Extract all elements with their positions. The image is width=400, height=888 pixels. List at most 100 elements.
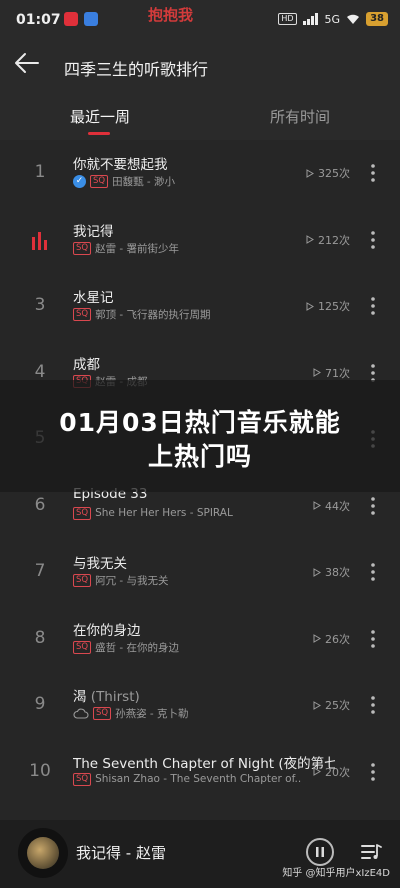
- play-count-text: 71次: [325, 366, 350, 380]
- artist-album: 阿冗 - 与我无关: [95, 575, 169, 587]
- play-count: 38次: [313, 564, 350, 580]
- song-title: 渴 (Thirst): [73, 685, 140, 705]
- play-count: 26次: [313, 631, 350, 647]
- song-row-8[interactable]: 8 在你的身边 SQ 盛哲 - 在你的身边 26次: [0, 606, 400, 673]
- play-count-text: 38次: [325, 566, 350, 579]
- play-triangle-icon: [313, 368, 321, 377]
- play-count-text: 20次: [325, 765, 350, 779]
- song-alias: (Thirst): [90, 689, 140, 705]
- more-options-icon[interactable]: [368, 694, 378, 716]
- song-meta: SQ 阿冗 - 与我无关: [73, 573, 169, 588]
- back-arrow-icon: [15, 53, 39, 73]
- artist-album: 孙燕姿 - 克卜勒: [115, 708, 189, 720]
- artist-album: 郭顶 - 飞行器的执行周期: [95, 309, 211, 321]
- now-playing-bars-icon: [32, 231, 47, 250]
- more-options-icon[interactable]: [368, 761, 378, 783]
- play-triangle-icon: [313, 700, 321, 710]
- more-options-icon[interactable]: [368, 495, 378, 517]
- pause-button[interactable]: [306, 838, 334, 866]
- song-row-10[interactable]: 10 The Seventh Chapter of Night (夜的第七章) …: [0, 739, 400, 806]
- rank-number: 7: [34, 561, 46, 581]
- play-count: 20次: [313, 764, 350, 780]
- play-triangle-icon: [313, 501, 321, 510]
- rank-number: 4: [34, 361, 46, 382]
- sq-badge: SQ: [73, 574, 92, 587]
- play-count-text: 325次: [318, 167, 350, 180]
- tab-all-time[interactable]: 所有时间: [270, 106, 330, 127]
- play-triangle-icon: [313, 567, 321, 577]
- song-row-9[interactable]: 9 渴 (Thirst) SQ 孙燕姿 - 克卜勒 25次: [0, 672, 400, 739]
- artist-album: Shisan Zhao - The Seventh Chapter of...: [95, 773, 301, 785]
- play-triangle-icon: [306, 235, 314, 244]
- tab-recent-week[interactable]: 最近一周: [70, 106, 130, 127]
- battery-indicator: 38: [366, 12, 388, 26]
- more-options-icon[interactable]: [368, 561, 378, 583]
- song-title: 与我无关: [73, 556, 127, 572]
- song-title-main: The Seventh Chapter of Night: [73, 755, 275, 772]
- play-triangle-icon: [313, 634, 321, 643]
- play-triangle-icon: [306, 168, 314, 178]
- sq-badge: SQ: [93, 707, 112, 720]
- play-count: 44次: [313, 498, 350, 514]
- playlist-icon[interactable]: [360, 842, 382, 862]
- rank-number: 10: [29, 760, 51, 781]
- verified-check-icon: ✓: [73, 175, 86, 188]
- song-row-7[interactable]: 7 与我无关 SQ 阿冗 - 与我无关 38次: [0, 539, 400, 606]
- headline-text: 01月03日热门音乐就能 上热门吗: [0, 406, 400, 474]
- song-meta: SQ Shisan Zhao - The Seventh Chapter of.…: [73, 772, 301, 786]
- song-row-2[interactable]: 我记得 SQ 赵雷 - 署前街少年 212次: [0, 207, 400, 274]
- more-options-icon[interactable]: [368, 628, 378, 650]
- header: 四季三生的听歌排行: [0, 44, 400, 90]
- song-row-1[interactable]: 1 你就不要想起我 ✓ SQ 田馥甄 - 渺小 325次: [0, 140, 400, 207]
- artist-album: 田馥甄 - 渺小: [112, 176, 176, 188]
- song-title: 我记得: [73, 223, 114, 240]
- song-title-main: 渴: [73, 689, 87, 705]
- song-meta: SQ 盛哲 - 在你的身边: [73, 640, 179, 655]
- signal-icon: [302, 13, 318, 25]
- play-count: 25次: [313, 697, 350, 713]
- more-options-icon[interactable]: [368, 295, 378, 317]
- more-options-icon[interactable]: [368, 162, 378, 184]
- song-meta: ✓ SQ 田馥甄 - 渺小: [73, 174, 175, 189]
- headline-line-2: 上热门吗: [147, 442, 252, 471]
- album-cover-disc[interactable]: [18, 828, 68, 878]
- play-triangle-icon: [306, 301, 314, 311]
- song-meta: SQ 孙燕姿 - 克卜勒: [73, 706, 189, 721]
- artist-album: 赵雷 - 署前街少年: [95, 242, 180, 255]
- cloud-icon: [73, 708, 89, 719]
- artist-album: 盛哲 - 在你的身边: [95, 641, 180, 654]
- pause-icon: [316, 847, 324, 857]
- sq-badge: SQ: [90, 175, 109, 188]
- now-playing-title: 我记得 - 赵雷: [76, 844, 166, 862]
- app-icon: [84, 12, 98, 26]
- rank-number: 9: [34, 694, 46, 714]
- sq-badge: SQ: [73, 506, 92, 520]
- wifi-icon: [347, 14, 360, 24]
- back-button[interactable]: [14, 52, 50, 82]
- sq-badge: SQ: [73, 640, 92, 654]
- hd-badge: HD: [278, 13, 297, 25]
- song-meta: SQ She Her Her Hers - SPIRAL: [73, 506, 233, 520]
- play-count: 71次: [313, 365, 350, 381]
- mini-player[interactable]: 我记得 - 赵雷 知乎 @知乎用户xIzE4D: [0, 820, 400, 888]
- status-time: 01:07: [16, 12, 61, 28]
- song-title: 你就不要想起我: [73, 157, 168, 173]
- netease-music-icon: [64, 12, 78, 26]
- sq-badge: SQ: [73, 241, 92, 255]
- status-bar: 01:07 抱抱我 HD 5G 38: [0, 0, 400, 44]
- tab-active-indicator: [88, 132, 110, 135]
- play-count-text: 25次: [325, 699, 350, 712]
- rank-number: 6: [34, 494, 46, 515]
- artist-album: She Her Her Hers - SPIRAL: [95, 507, 233, 519]
- song-row-3[interactable]: 3 水星记 SQ 郭顶 - 飞行器的执行周期 125次: [0, 273, 400, 340]
- status-banner: 抱抱我: [148, 6, 194, 24]
- rank-number: 8: [34, 627, 46, 648]
- play-count-text: 212次: [318, 233, 350, 247]
- song-title: 水星记: [73, 290, 114, 306]
- play-count: 325次: [306, 165, 350, 181]
- more-options-icon[interactable]: [368, 229, 378, 251]
- network-type: 5G: [324, 12, 341, 26]
- rank-number: 1: [34, 162, 46, 182]
- play-count-text: 125次: [318, 300, 350, 313]
- song-title: The Seventh Chapter of Night (夜的第七章): [73, 752, 335, 772]
